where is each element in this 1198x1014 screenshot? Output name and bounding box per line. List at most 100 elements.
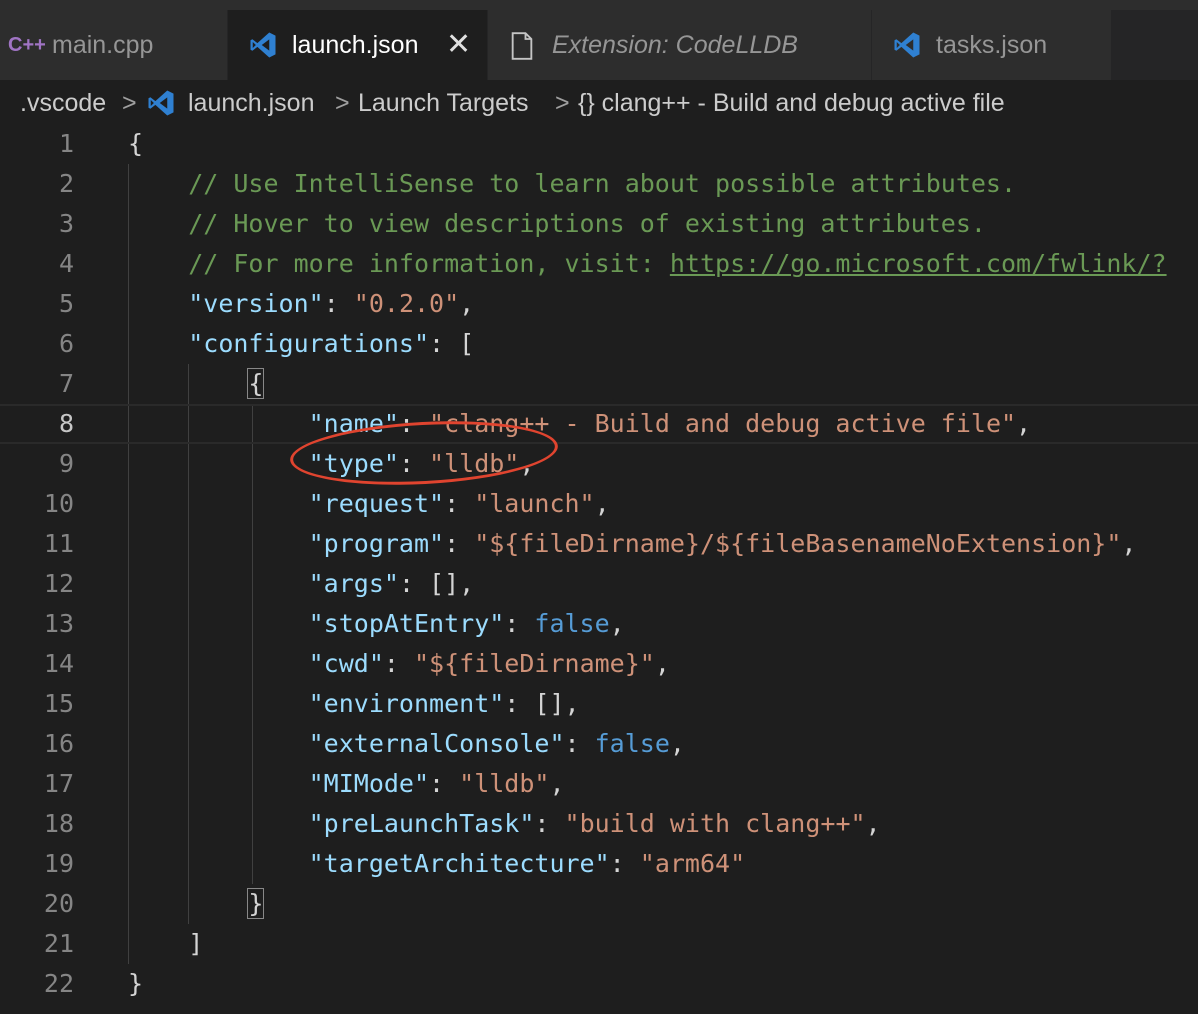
code-token: "${fileDirname}/${fileBasenameNoExtensio…: [474, 529, 1122, 558]
code-line[interactable]: 17 "MIMode": "lldb",: [0, 764, 1198, 804]
code-line[interactable]: 11 "program": "${fileDirname}/${fileBase…: [0, 524, 1198, 564]
code-token: "${fileDirname}": [414, 649, 655, 678]
code-token: "lldb": [459, 769, 550, 798]
line-number: 12: [43, 569, 74, 598]
breadcrumb-item-config[interactable]: {} clang++ - Build and debug active file: [578, 80, 1005, 126]
code-line[interactable]: 4 // For more information, visit: https:…: [0, 244, 1198, 284]
code-line[interactable]: 5 "version": "0.2.0",: [0, 284, 1198, 324]
code-line[interactable]: 19 "targetArchitecture": "arm64": [0, 844, 1198, 884]
code-token: :: [444, 489, 475, 518]
line-content: "stopAtEntry": false,: [128, 604, 625, 644]
breadcrumb-separator: >: [555, 89, 570, 117]
code-token: ,: [594, 489, 610, 518]
code-line[interactable]: 7 {: [0, 364, 1198, 404]
code-token: : [: [429, 329, 475, 358]
code-line[interactable]: 10 "request": "launch",: [0, 484, 1198, 524]
code-line[interactable]: 13 "stopAtEntry": false,: [0, 604, 1198, 644]
code-token: }: [128, 969, 144, 998]
breadcrumb-separator: >: [335, 89, 350, 117]
code-line[interactable]: 16 "externalConsole": false,: [0, 724, 1198, 764]
line-number: 4: [58, 249, 74, 278]
code-line[interactable]: 20 }: [0, 884, 1198, 924]
line-content: "program": "${fileDirname}/${fileBasenam…: [128, 524, 1137, 564]
code-line[interactable]: 8 "name": "clang++ - Build and debug act…: [0, 404, 1198, 444]
line-content: // Use IntelliSense to learn about possi…: [128, 164, 1016, 204]
line-content: ]: [128, 924, 203, 964]
code-line[interactable]: 21 ]: [0, 924, 1198, 964]
file-icon: [511, 32, 533, 60]
code-token: "configurations": [188, 329, 430, 358]
code-line[interactable]: 3 // Hover to view descriptions of exist…: [0, 204, 1198, 244]
line-content: "request": "launch",: [128, 484, 610, 524]
code-token: "request": [308, 489, 445, 518]
tab-bar: C++ main.cpp launch.json ✕ Extension: Co…: [0, 10, 1198, 80]
code-token: "externalConsole": [308, 729, 565, 758]
breadcrumb-item-launch-json[interactable]: launch.json: [188, 80, 314, 126]
line-number: 16: [43, 729, 74, 758]
code-token: "launch": [474, 489, 595, 518]
line-number: 13: [43, 609, 74, 638]
line-content: // Hover to view descriptions of existin…: [128, 204, 986, 244]
code-token: ,: [549, 769, 565, 798]
code-token: :: [534, 809, 565, 838]
code-token: : [],: [398, 569, 475, 598]
code-token: ,: [1016, 409, 1032, 438]
breadcrumb-item-vscode[interactable]: .vscode: [20, 80, 106, 126]
tab-extension-codelldb[interactable]: Extension: CodeLLDB: [488, 10, 872, 80]
line-content: "name": "clang++ - Build and debug activ…: [128, 406, 1031, 442]
tab-launch-json[interactable]: launch.json ✕: [228, 10, 488, 80]
code-token: }: [247, 888, 265, 919]
tab-tasks-json[interactable]: tasks.json: [872, 10, 1112, 80]
code-token: "args": [308, 569, 399, 598]
code-token: "version": [188, 289, 324, 318]
tab-main-cpp[interactable]: C++ main.cpp: [0, 10, 228, 80]
code-token: "targetArchitecture": [308, 849, 610, 878]
close-icon[interactable]: ✕: [446, 10, 471, 80]
line-content: "externalConsole": false,: [128, 724, 685, 764]
code-line[interactable]: 9 "type": "lldb",: [0, 444, 1198, 484]
line-number: 20: [43, 889, 74, 918]
code-line[interactable]: 22}: [0, 964, 1198, 1004]
code-line[interactable]: 6 "configurations": [: [0, 324, 1198, 364]
breadcrumb-separator: >: [122, 89, 137, 117]
line-content: "cwd": "${fileDirname}",: [128, 644, 670, 684]
code-token: {: [247, 368, 265, 399]
line-number: 10: [43, 489, 74, 518]
code-token: :: [564, 729, 595, 758]
line-content: }: [128, 964, 143, 1004]
code-line[interactable]: 18 "preLaunchTask": "build with clang++"…: [0, 804, 1198, 844]
code-editor[interactable]: 1{2 // Use IntelliSense to learn about p…: [0, 124, 1198, 1014]
code-token: :: [323, 289, 354, 318]
code-line[interactable]: 2 // Use IntelliSense to learn about pos…: [0, 164, 1198, 204]
code-token: "stopAtEntry": [308, 609, 505, 638]
line-content: // For more information, visit: https://…: [128, 244, 1166, 284]
code-token: ]: [128, 929, 204, 958]
breadcrumb-item-launch-targets[interactable]: Launch Targets: [358, 80, 529, 126]
line-content: }: [128, 884, 265, 924]
line-number: 1: [58, 129, 74, 158]
code-line[interactable]: 14 "cwd": "${fileDirname}",: [0, 644, 1198, 684]
tab-label: main.cpp: [52, 31, 154, 59]
code-line[interactable]: 12 "args": [],: [0, 564, 1198, 604]
vscode-icon: [250, 32, 276, 58]
code-line[interactable]: 1{: [0, 124, 1198, 164]
code-line[interactable]: 15 "environment": [],: [0, 684, 1198, 724]
line-number: 18: [43, 809, 74, 838]
code-token: ,: [669, 729, 685, 758]
code-token: "cwd": [308, 649, 384, 678]
line-number: 3: [58, 209, 74, 238]
